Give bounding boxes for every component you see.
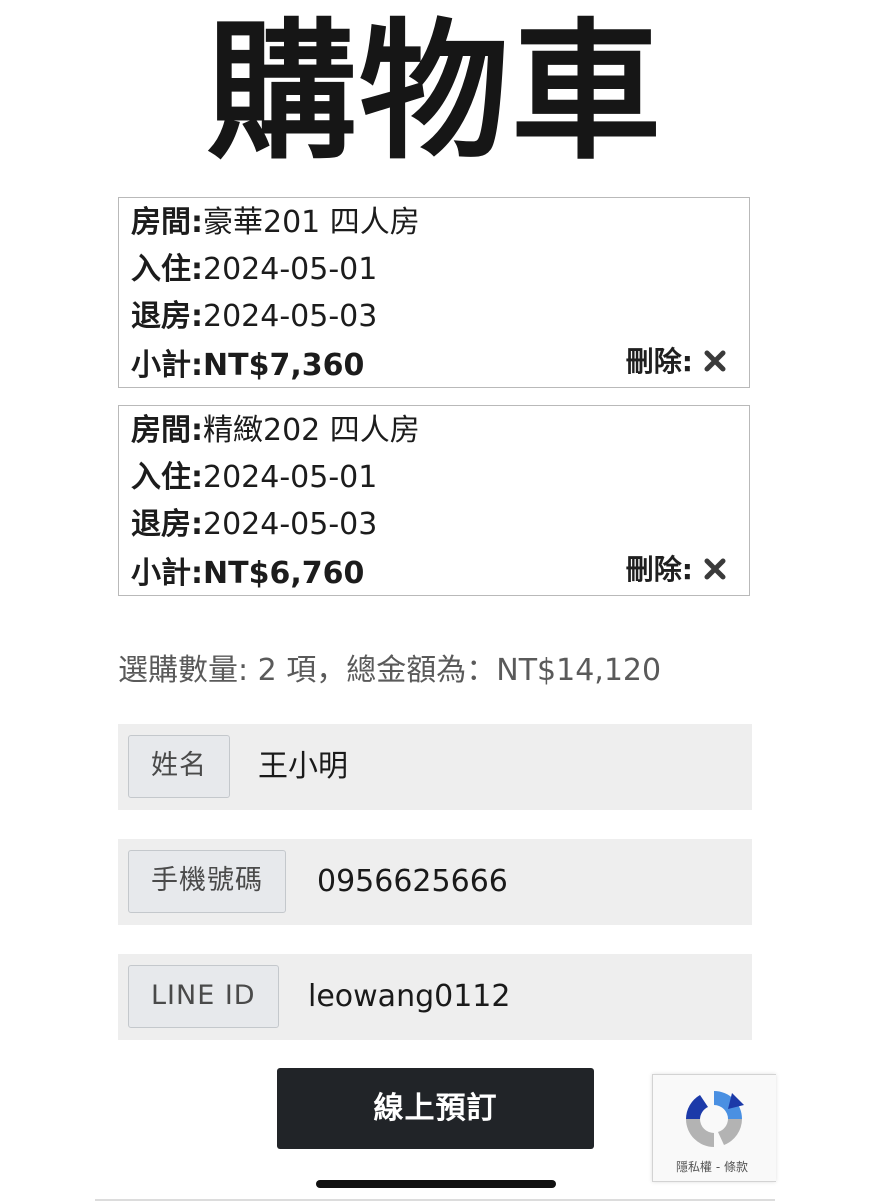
- name-field-group: 姓名 王小明: [118, 724, 752, 810]
- subtotal-value: NT$6,760: [203, 556, 365, 591]
- subtotal-label: 小計:: [131, 348, 203, 383]
- line-id-field-label: LINE ID: [128, 965, 279, 1028]
- room-label: 房間:: [131, 205, 203, 240]
- phone-field[interactable]: 0956625666: [317, 850, 508, 913]
- cart-item-checkin: 入住:2024-05-01: [131, 252, 377, 288]
- cart-item-checkin: 入住:2024-05-01: [131, 460, 377, 496]
- cart-item: 房間:豪華201 四人房 入住:2024-05-01 退房:2024-05-03…: [118, 197, 750, 388]
- cart-item: 房間:精緻202 四人房 入住:2024-05-01 退房:2024-05-03…: [118, 405, 750, 596]
- page-title: 購物車: [206, 6, 663, 180]
- phone-field-group: 手機號碼 0956625666: [118, 839, 752, 925]
- home-indicator: [316, 1180, 556, 1188]
- cart-item-subtotal: 小計:NT$7,360: [131, 348, 364, 384]
- checkin-value: 2024-05-01: [203, 252, 378, 287]
- divider: [95, 1199, 775, 1201]
- room-value: 精緻202 四人房: [203, 413, 420, 448]
- name-field-label: 姓名: [128, 735, 230, 798]
- checkout-label: 退房:: [131, 507, 203, 542]
- delete-button[interactable]: 刪除:: [626, 344, 727, 380]
- close-icon[interactable]: [703, 557, 727, 581]
- cart-item-checkout: 退房:2024-05-03: [131, 507, 377, 543]
- checkin-label: 入住:: [131, 252, 203, 287]
- checkout-value: 2024-05-03: [203, 299, 378, 334]
- online-booking-button[interactable]: 線上預訂: [277, 1068, 594, 1149]
- cart-summary: 選購數量: 2 項，總金額為：NT$14,120: [118, 653, 662, 688]
- room-value: 豪華201 四人房: [203, 205, 420, 240]
- recaptcha-icon: [686, 1091, 744, 1147]
- checkout-label: 退房:: [131, 299, 203, 334]
- recaptcha-badge[interactable]: 隱私權 - 條款: [652, 1074, 776, 1182]
- close-icon[interactable]: [703, 349, 727, 373]
- subtotal-value: NT$7,360: [203, 348, 365, 383]
- name-field[interactable]: 王小明: [258, 735, 348, 798]
- delete-button[interactable]: 刪除:: [626, 552, 727, 588]
- cart-item-room: 房間:豪華201 四人房: [131, 205, 420, 241]
- subtotal-label: 小計:: [131, 556, 203, 591]
- line-id-field-group: LINE ID leowang0112: [118, 954, 752, 1040]
- delete-label: 刪除:: [625, 345, 693, 378]
- checkout-value: 2024-05-03: [203, 507, 378, 542]
- delete-label: 刪除:: [625, 553, 693, 586]
- checkin-value: 2024-05-01: [203, 460, 378, 495]
- room-label: 房間:: [131, 413, 203, 448]
- cart-item-subtotal: 小計:NT$6,760: [131, 556, 364, 592]
- cart-item-checkout: 退房:2024-05-03: [131, 299, 377, 335]
- line-id-field[interactable]: leowang0112: [308, 965, 510, 1028]
- checkin-label: 入住:: [131, 460, 203, 495]
- cart-item-room: 房間:精緻202 四人房: [131, 413, 420, 449]
- recaptcha-links[interactable]: 隱私權 - 條款: [653, 1159, 771, 1175]
- phone-field-label: 手機號碼: [128, 850, 286, 913]
